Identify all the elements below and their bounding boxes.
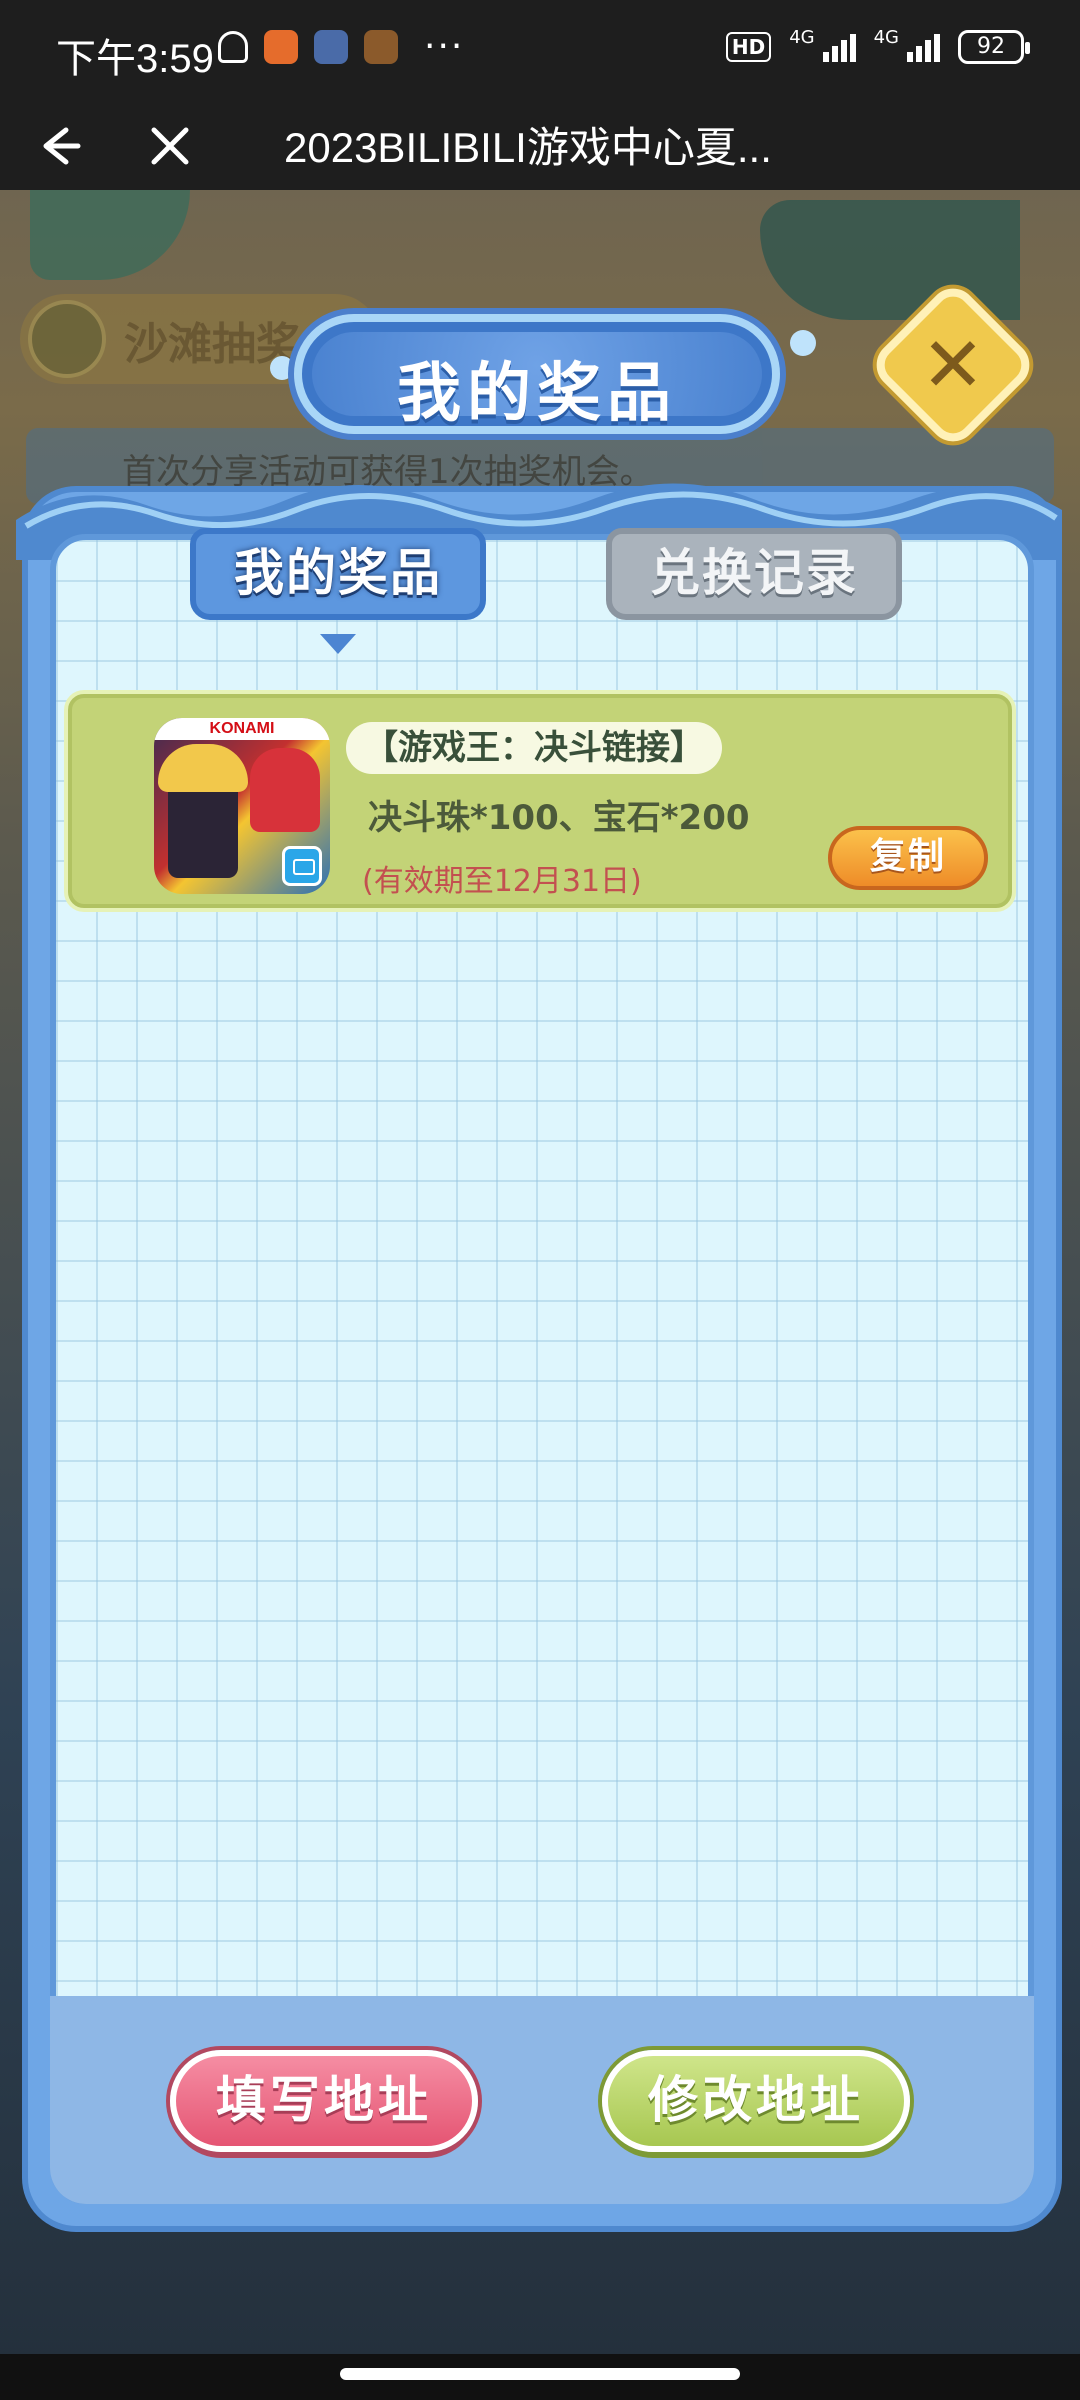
signal-icon [822, 32, 856, 62]
modal-title-badge: 我的奖品 [294, 314, 780, 434]
system-nav-bar [0, 2354, 1080, 2400]
edit-address-label: 修改地址 [648, 2071, 864, 2129]
icon-artwork [158, 744, 248, 792]
copy-button[interactable]: 复制 [828, 826, 988, 890]
fill-address-label: 填写地址 [216, 2071, 432, 2129]
prize-card: KONAMI 【游戏王：决斗链接】 决斗珠*100、宝石*200 (有效期至12… [68, 694, 1012, 908]
tab-my-prizes[interactable]: 我的奖品 [190, 528, 486, 620]
chip-icon [28, 300, 106, 378]
tab-redeem-history[interactable]: 兑换记录 [606, 528, 902, 620]
copy-button-label: 复制 [869, 836, 946, 877]
fill-address-button[interactable]: 填写地址 [170, 2050, 478, 2152]
hd-icon: HD [725, 32, 772, 62]
back-arrow-icon[interactable] [26, 116, 86, 176]
prize-validity: (有效期至12月31日) [362, 864, 642, 899]
game-brand-logo: KONAMI [154, 718, 330, 740]
prize-description: 决斗珠*100、宝石*200 [368, 798, 750, 838]
app-notification-icon [264, 30, 298, 64]
network-type: 4G [789, 26, 815, 48]
browser-title-bar: 2023BILIBILI游戏中心夏... [0, 100, 1080, 190]
edit-address-button[interactable]: 修改地址 [602, 2050, 910, 2152]
more-notifications-icon: ··· [424, 26, 465, 67]
active-tab-indicator-icon [320, 634, 356, 654]
game-app-icon: KONAMI [154, 718, 330, 894]
background-decoration [760, 200, 1020, 320]
battery-icon: 92 [958, 30, 1030, 64]
bilibili-tv-icon [282, 846, 322, 886]
signal-icon [907, 32, 940, 62]
close-icon: ✕ [921, 320, 985, 409]
home-indicator[interactable] [340, 2368, 740, 2380]
app-notification-icon [364, 30, 398, 64]
tab-label: 兑换记录 [650, 544, 858, 602]
wave-decoration [50, 1999, 1034, 2030]
close-icon[interactable] [140, 116, 200, 176]
modal-title: 我的奖品 [397, 357, 677, 431]
app-notification-icon [314, 30, 348, 64]
page-title: 2023BILIBILI游戏中心夏... [284, 124, 772, 171]
status-bar: 下午3:59 ··· HD 4G 4G 92 [0, 0, 1080, 100]
status-system-icons: HD 4G 4G 92 [725, 26, 1030, 64]
network-type: 4G [873, 26, 899, 48]
status-time: 下午3:59 [56, 37, 214, 81]
droplet-decoration [270, 356, 294, 380]
droplet-decoration [790, 330, 816, 356]
icon-artwork [250, 748, 320, 832]
bell-off-icon [218, 31, 248, 63]
tab-label: 我的奖品 [234, 544, 442, 602]
status-notification-icons: ··· [218, 26, 465, 67]
prize-game-name: 【游戏王：决斗链接】 [346, 722, 722, 774]
